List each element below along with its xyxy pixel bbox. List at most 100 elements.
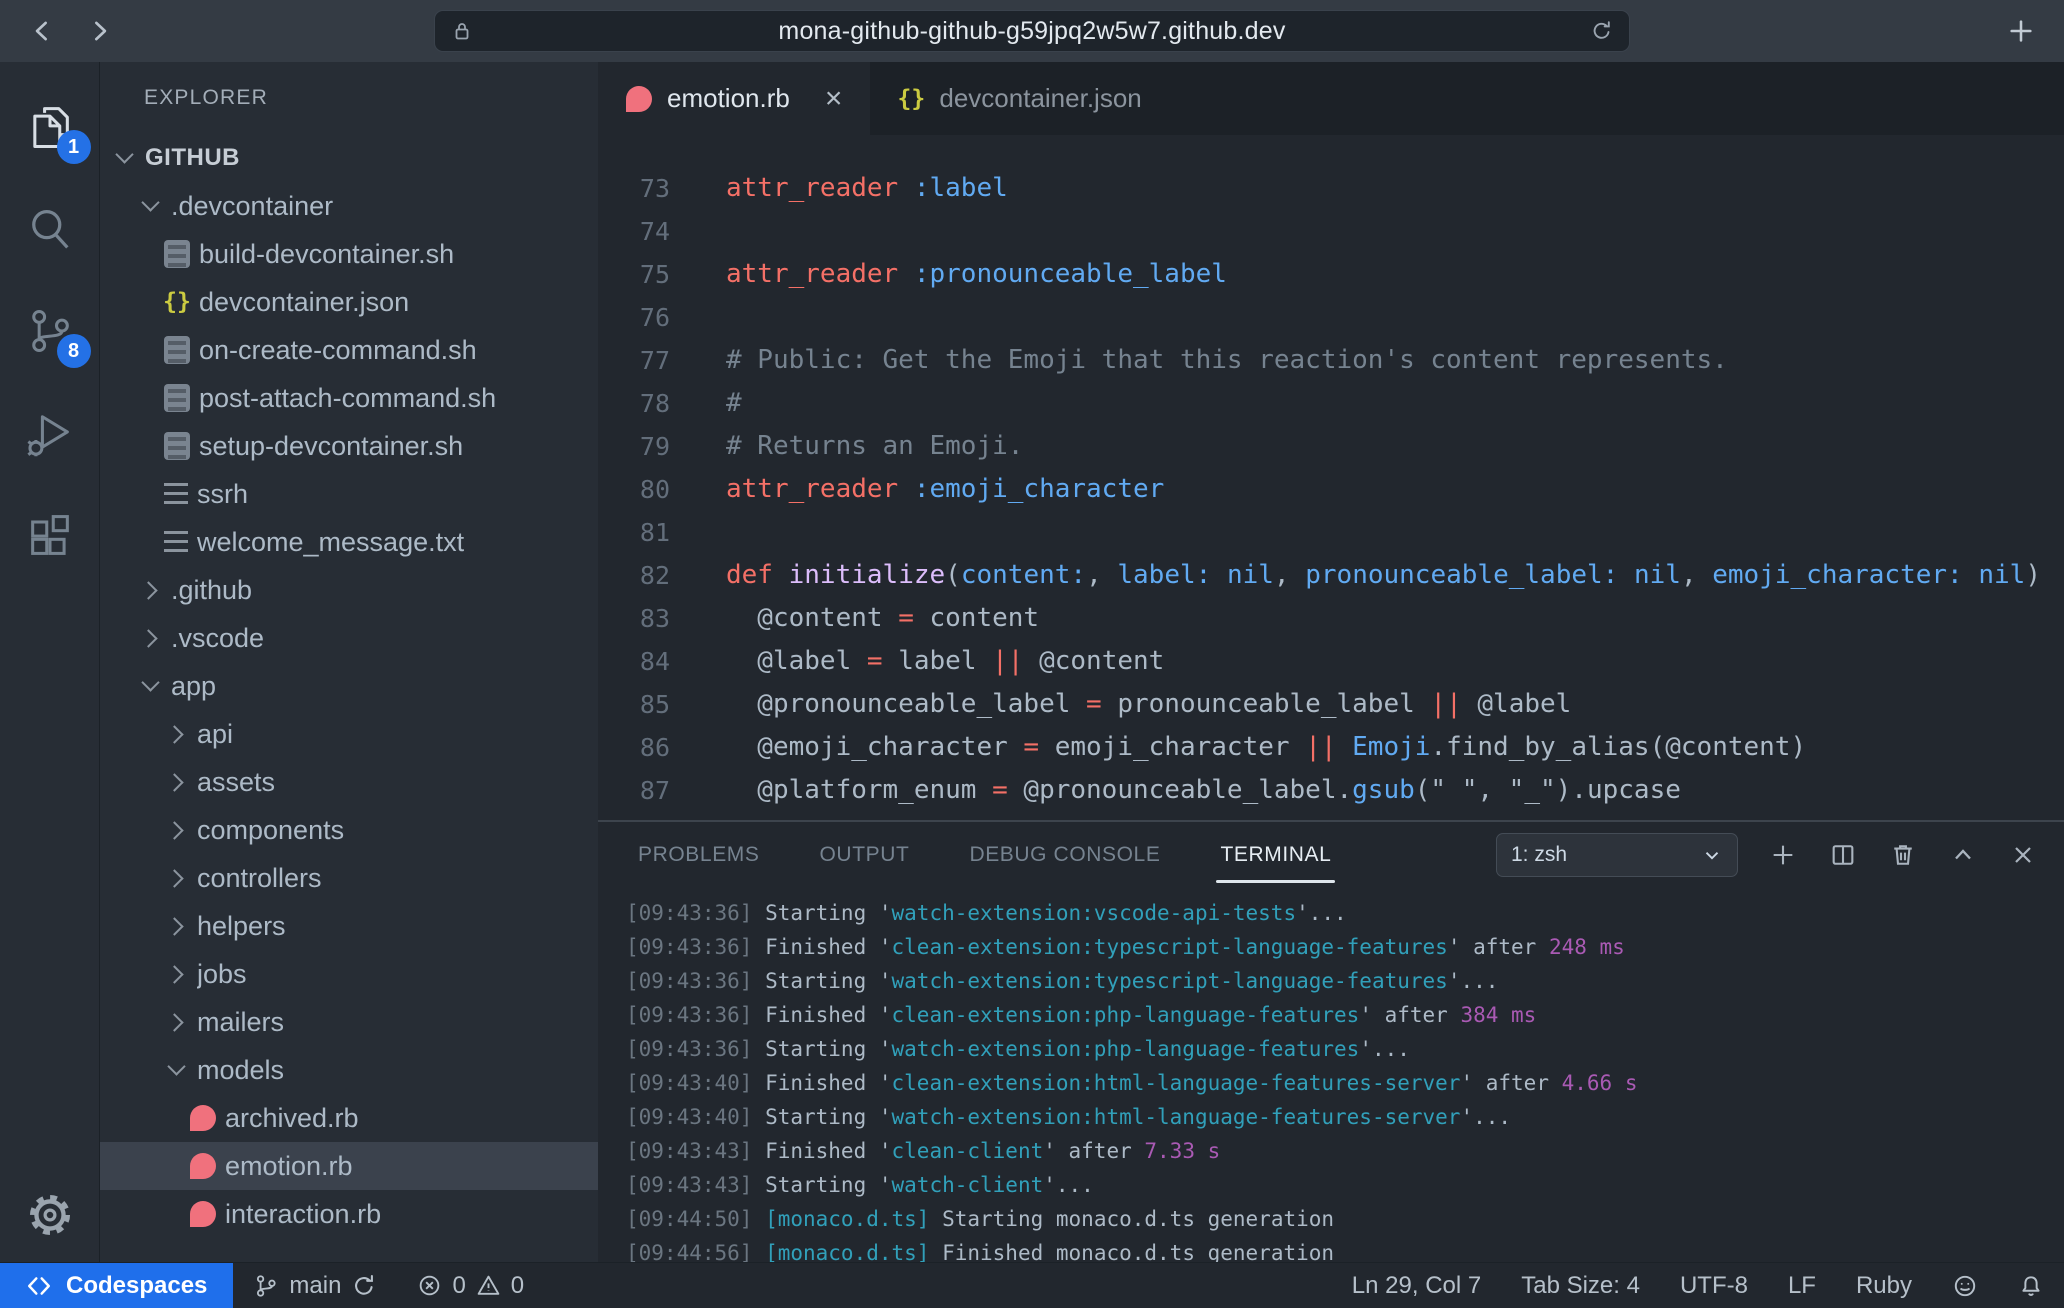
chevron-right-icon — [164, 961, 190, 987]
code-text: def initialize(content:, label: nil, pro… — [670, 554, 2041, 597]
encoding-status[interactable]: UTF-8 — [1660, 1272, 1768, 1300]
tree-item-build-devcontainer.sh[interactable]: build-devcontainer.sh — [100, 230, 598, 278]
explorer-sidebar: EXPLORER GITHUB.devcontainer build-devcon… — [100, 62, 598, 1262]
tree-item-label: on-create-command.sh — [199, 335, 477, 366]
problems-status[interactable]: 0 0 — [397, 1263, 544, 1308]
new-terminal-icon[interactable] — [1768, 840, 1798, 870]
tree-item-jobs[interactable]: jobs — [100, 950, 598, 998]
panel-tab-problems[interactable]: PROBLEMS — [636, 823, 762, 887]
activitybar-run-debug[interactable] — [19, 402, 81, 464]
tree-item-.vscode[interactable]: .vscode — [100, 614, 598, 662]
tree-item-app[interactable]: app — [100, 662, 598, 710]
tree-item-label: emotion.rb — [225, 1151, 353, 1182]
tree-item-api[interactable]: api — [100, 710, 598, 758]
tree-item-devcontainer.json[interactable]: {}devcontainer.json — [100, 278, 598, 326]
chevron-right-icon — [164, 865, 190, 891]
code-line: 76 — [598, 296, 2064, 339]
tree-item-post-attach-command.sh[interactable]: post-attach-command.sh — [100, 374, 598, 422]
tree-item-label: archived.rb — [225, 1103, 359, 1134]
refresh-icon[interactable] — [1589, 18, 1615, 44]
smiley-icon — [1952, 1273, 1978, 1299]
git-branch-icon — [253, 1273, 279, 1299]
code-text — [670, 296, 726, 339]
tree-item-interaction.rb[interactable]: interaction.rb — [100, 1190, 598, 1238]
tree-item-mailers[interactable]: mailers — [100, 998, 598, 1046]
tree-item-assets[interactable]: assets — [100, 758, 598, 806]
maximize-panel-icon[interactable] — [1948, 840, 1978, 870]
code-line: 74 — [598, 210, 2064, 253]
forward-icon[interactable] — [86, 18, 112, 44]
panel-tab-debug-console[interactable]: DEBUG CONSOLE — [967, 823, 1162, 887]
code-text: # Returns an Emoji. — [670, 425, 1023, 468]
feedback-status[interactable] — [1932, 1273, 1998, 1299]
tree-item-label: welcome_message.txt — [197, 527, 464, 558]
chevron-down-icon — [138, 673, 164, 699]
tree-item-.github[interactable]: .github — [100, 566, 598, 614]
tree-item-label: .github — [171, 575, 252, 606]
tree-item-setup-devcontainer.sh[interactable]: setup-devcontainer.sh — [100, 422, 598, 470]
panel-tab-output[interactable]: OUTPUT — [818, 823, 912, 887]
code-line: 79# Returns an Emoji. — [598, 425, 2064, 468]
tree-item-label: api — [197, 719, 233, 750]
tree-item-on-create-command.sh[interactable]: on-create-command.sh — [100, 326, 598, 374]
line-number: 82 — [598, 554, 670, 597]
code-text: @platform_enum = @pronounceable_label.gs… — [670, 769, 1681, 812]
ruby-file-icon — [190, 1153, 216, 1179]
editor-group: emotion.rb×{}devcontainer.json 73attr_re… — [598, 62, 2064, 1262]
code-text: attr_reader :emoji_character — [670, 468, 1164, 511]
tree-item-helpers[interactable]: helpers — [100, 902, 598, 950]
activitybar-source-control[interactable]: 8 — [19, 300, 81, 362]
tab-emotion.rb[interactable]: emotion.rb× — [598, 62, 870, 135]
line-number: 75 — [598, 253, 670, 296]
tree-item-.devcontainer[interactable]: .devcontainer — [100, 182, 598, 230]
terminal-line: [09:44:56] [monaco.d.ts] Finished monaco… — [626, 1236, 2064, 1262]
new-tab-icon[interactable] — [2006, 16, 2036, 46]
back-icon[interactable] — [30, 18, 56, 44]
tree-item-label: devcontainer.json — [199, 287, 409, 318]
tree-item-emotion.rb[interactable]: emotion.rb — [100, 1142, 598, 1190]
notifications-status[interactable] — [1998, 1273, 2064, 1299]
code-editor[interactable]: 73attr_reader :label7475attr_reader :pro… — [598, 135, 2064, 820]
tree-item-controllers[interactable]: controllers — [100, 854, 598, 902]
activitybar-extensions[interactable] — [19, 504, 81, 566]
tree-item-label: mailers — [197, 1007, 284, 1038]
encoding-label: UTF-8 — [1680, 1272, 1748, 1300]
tab-size-status[interactable]: Tab Size: 4 — [1501, 1272, 1660, 1300]
codespaces-status[interactable]: Codespaces — [0, 1263, 233, 1308]
shell-file-icon — [164, 240, 190, 268]
language-status[interactable]: Ruby — [1836, 1272, 1932, 1300]
tree-item-components[interactable]: components — [100, 806, 598, 854]
tree-item-archived.rb[interactable]: archived.rb — [100, 1094, 598, 1142]
close-panel-icon[interactable] — [2008, 840, 2038, 870]
tree-item-label: app — [171, 671, 216, 702]
kill-terminal-trash-icon[interactable] — [1888, 840, 1918, 870]
chevron-right-icon — [164, 817, 190, 843]
tab-devcontainer.json[interactable]: {}devcontainer.json — [870, 62, 1169, 135]
editor-tabs: emotion.rb×{}devcontainer.json — [598, 62, 2064, 135]
tree-item-ssrh[interactable]: ssrh — [100, 470, 598, 518]
activitybar-search[interactable] — [19, 198, 81, 260]
eol-status[interactable]: LF — [1768, 1272, 1836, 1300]
cursor-position[interactable]: Ln 29, Col 7 — [1332, 1272, 1501, 1300]
sync-icon — [351, 1273, 377, 1299]
activitybar-settings[interactable] — [19, 1184, 81, 1246]
tree-item-github[interactable]: GITHUB — [100, 134, 598, 182]
terminal-output[interactable]: [09:43:36] Starting 'watch-extension:vsc… — [598, 888, 2064, 1262]
shell-select-label: 1: zsh — [1511, 843, 1701, 867]
browser-toolbar: mona-github-github-g59jpq2w5w7.github.de… — [0, 0, 2064, 62]
tree-item-welcome_message.txt[interactable]: welcome_message.txt — [100, 518, 598, 566]
ruby-file-icon — [190, 1105, 216, 1131]
status-bar: Codespaces main 0 0 Ln 29, Col 7 — [0, 1262, 2064, 1308]
branch-status[interactable]: main — [233, 1263, 397, 1308]
address-bar[interactable]: mona-github-github-g59jpq2w5w7.github.de… — [434, 10, 1630, 52]
explorer-title: EXPLORER — [100, 62, 598, 134]
close-tab-icon[interactable]: × — [825, 84, 843, 114]
split-terminal-icon[interactable] — [1828, 840, 1858, 870]
tree-item-models[interactable]: models — [100, 1046, 598, 1094]
tree-item-label: build-devcontainer.sh — [199, 239, 454, 270]
terminal-shell-select[interactable]: 1: zsh — [1496, 833, 1738, 877]
activitybar-explorer[interactable]: 1 — [19, 96, 81, 158]
panel-tab-terminal[interactable]: TERMINAL — [1218, 823, 1333, 887]
error-count: 0 — [452, 1272, 465, 1300]
code-line: 78# — [598, 382, 2064, 425]
